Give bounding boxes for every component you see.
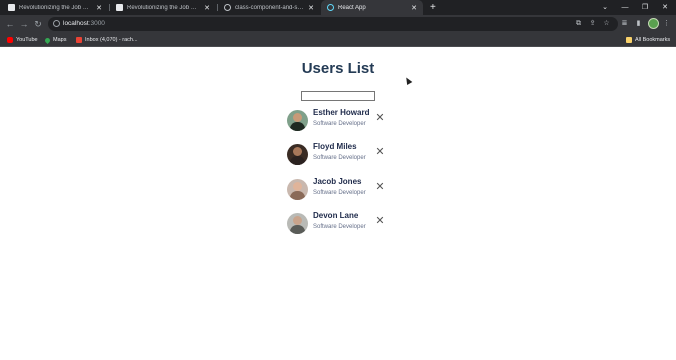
browser-tab[interactable]: class-component-and-state-2 - ✕ xyxy=(218,0,320,15)
tab-title: Revolutionizing the Job Market | xyxy=(19,4,93,11)
bookmark-inbox[interactable]: Inbox (4,070) - rach... xyxy=(76,33,138,47)
tab-title: Revolutionizing the Job Market | xyxy=(127,4,201,11)
user-role: Software Developer xyxy=(313,155,366,162)
youtube-icon xyxy=(7,37,13,43)
bookmark-star-icon[interactable]: ☆ xyxy=(602,19,611,28)
address-bar[interactable]: localhost:3000 xyxy=(48,17,618,31)
browser-tab-active[interactable]: React App ✕ xyxy=(321,0,423,15)
maps-icon xyxy=(43,36,52,44)
folder-icon xyxy=(626,37,632,43)
avatar xyxy=(287,213,308,235)
mouse-cursor xyxy=(403,75,413,86)
user-role: Software Developer xyxy=(313,224,366,231)
menu-dots-icon[interactable]: ⋮ xyxy=(662,19,671,28)
user-name: Esther Howard xyxy=(313,108,370,117)
doc-icon xyxy=(8,4,15,11)
browser-tab-strip: Revolutionizing the Job Market | ✕ Revol… xyxy=(0,0,676,15)
new-tab-button[interactable]: + xyxy=(430,2,436,13)
minimize-icon[interactable]: — xyxy=(615,0,635,15)
user-role: Software Developer xyxy=(313,121,366,127)
tab-search-icon[interactable]: ⌄ xyxy=(595,0,615,15)
url-port: :3000 xyxy=(88,20,105,27)
avatar xyxy=(287,110,308,131)
remove-user-button[interactable]: ✕ xyxy=(375,146,385,158)
close-tab-icon[interactable]: ✕ xyxy=(308,4,314,12)
url-text: localhost:3000 xyxy=(63,17,105,31)
bookmark-maps[interactable]: Maps xyxy=(43,33,67,47)
maximize-icon[interactable]: ❐ xyxy=(635,0,655,15)
bookmark-label: Maps xyxy=(53,37,67,43)
globe-icon xyxy=(224,4,231,11)
react-icon xyxy=(327,4,334,11)
user-card: Jacob Jones Software Developer ✕ xyxy=(287,175,397,209)
close-tab-icon[interactable]: ✕ xyxy=(411,4,417,12)
user-card: Devon Lane Software Developer ✕ xyxy=(287,209,397,243)
page-content: Users List Esther Howard Software Develo… xyxy=(0,48,676,360)
close-window-icon[interactable]: ✕ xyxy=(655,0,675,15)
gmail-icon xyxy=(76,37,82,43)
close-tab-icon[interactable]: ✕ xyxy=(204,4,210,12)
forward-arrow-icon[interactable]: → xyxy=(18,18,30,30)
browser-toolbar: ← → ↻ localhost:3000 ⧉ ⇪ ☆ ≣ ▮ ⋮ xyxy=(0,15,676,33)
all-bookmarks-label: All Bookmarks xyxy=(635,37,671,43)
all-bookmarks[interactable]: All Bookmarks xyxy=(626,33,670,47)
remove-user-button[interactable]: ✕ xyxy=(375,181,385,193)
extensions-icon[interactable]: ≣ xyxy=(620,19,629,28)
remove-user-button[interactable]: ✕ xyxy=(375,215,385,227)
back-arrow-icon[interactable]: ← xyxy=(4,18,16,30)
user-name: Floyd Miles xyxy=(313,142,357,152)
page-title: Users List xyxy=(301,60,375,77)
avatar xyxy=(287,144,308,166)
bookmark-label: YouTube xyxy=(16,37,38,43)
share-icon[interactable]: ⇪ xyxy=(588,19,597,28)
tab-title: class-component-and-state-2 - xyxy=(235,4,304,11)
doc-icon xyxy=(116,4,123,11)
user-name: Jacob Jones xyxy=(313,176,362,186)
browser-tab[interactable]: Revolutionizing the Job Market | ✕ xyxy=(110,0,216,15)
bookmark-youtube[interactable]: YouTube xyxy=(7,33,38,47)
bookmarks-bar: YouTube Maps Inbox (4,070) - rach... All… xyxy=(0,33,676,47)
site-info-icon[interactable] xyxy=(53,20,60,27)
search-input[interactable] xyxy=(301,91,375,101)
side-panel-icon[interactable]: ▮ xyxy=(634,19,643,28)
install-app-icon[interactable]: ⧉ xyxy=(574,19,583,28)
bookmark-label: Inbox (4,070) - rach... xyxy=(85,37,138,43)
user-name: Devon Lane xyxy=(313,211,359,221)
user-card: Floyd Miles Software Developer ✕ xyxy=(287,140,397,174)
tab-title: React App xyxy=(338,4,366,11)
user-list: Esther Howard Software Developer ✕ Floyd… xyxy=(287,106,397,244)
avatar xyxy=(287,178,308,200)
browser-tab[interactable]: Revolutionizing the Job Market | ✕ xyxy=(2,0,108,15)
url-host: localhost xyxy=(63,20,89,27)
reload-icon[interactable]: ↻ xyxy=(32,18,44,30)
user-role: Software Developer xyxy=(313,189,366,196)
profile-avatar[interactable] xyxy=(648,18,659,29)
remove-user-button[interactable]: ✕ xyxy=(375,112,385,124)
user-card: Esther Howard Software Developer ✕ xyxy=(287,106,397,140)
close-tab-icon[interactable]: ✕ xyxy=(96,4,102,12)
